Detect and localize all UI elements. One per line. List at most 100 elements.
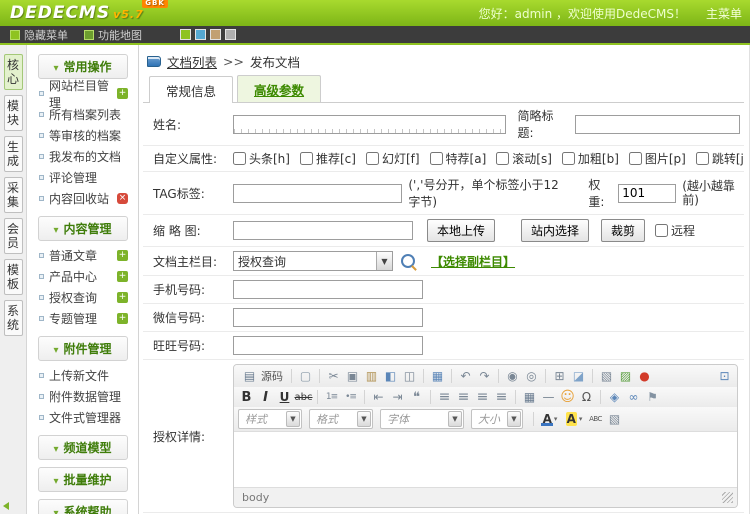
- replace-icon[interactable]: [523, 368, 540, 384]
- main-menu-link[interactable]: 主菜单: [706, 5, 742, 22]
- section-system-help[interactable]: 系统帮助: [37, 499, 128, 514]
- underline-icon[interactable]: U: [276, 389, 293, 405]
- collapse-sidebar-icon[interactable]: [3, 502, 9, 510]
- section-batch-maintenance[interactable]: 批量维护: [37, 467, 128, 492]
- unordered-list-icon[interactable]: [342, 389, 359, 405]
- tag-input[interactable]: [233, 183, 403, 203]
- sidebar-item-site-columns[interactable]: 网站栏目管理 +: [27, 79, 138, 110]
- sidebar-item-upload-file[interactable]: 上传新文件: [27, 365, 138, 386]
- name-input[interactable]: [233, 114, 506, 134]
- local-upload-button[interactable]: 本地上传: [427, 219, 496, 242]
- italic-icon[interactable]: I: [257, 389, 274, 405]
- new-page-icon[interactable]: [297, 368, 314, 384]
- search-column-icon[interactable]: [401, 254, 415, 268]
- theme-green-swatch[interactable]: [180, 29, 191, 40]
- paste-from-word-icon[interactable]: [382, 368, 399, 384]
- theme-tan-swatch[interactable]: [210, 29, 221, 40]
- add-icon[interactable]: +: [117, 292, 128, 303]
- sidebar-item-normal-articles[interactable]: 普通文章 +: [27, 245, 138, 266]
- attr-jump-checkbox[interactable]: 跳转[j]: [695, 150, 744, 167]
- attr-headline-checkbox[interactable]: 头条[h]: [233, 150, 290, 167]
- style-dropdown[interactable]: 样式 ▼: [238, 409, 302, 429]
- add-icon[interactable]: +: [117, 313, 128, 324]
- remove-format-icon[interactable]: [570, 368, 587, 384]
- section-common-operations[interactable]: 常用操作: [37, 54, 128, 79]
- sidebar-item-attachment-data[interactable]: 附件数据管理: [27, 386, 138, 407]
- attr-bold-checkbox[interactable]: 加粗[b]: [561, 150, 619, 167]
- resize-grip[interactable]: [722, 492, 733, 503]
- bold-icon[interactable]: B: [238, 389, 255, 405]
- function-map-button[interactable]: 功能地图: [84, 27, 142, 43]
- add-icon[interactable]: +: [117, 250, 128, 261]
- image-icon[interactable]: [617, 368, 634, 384]
- smiley-icon[interactable]: [559, 389, 576, 405]
- wechat-input[interactable]: [233, 308, 423, 327]
- tab-advanced-params[interactable]: 高级参数: [237, 75, 322, 102]
- section-channel-model[interactable]: 频道模型: [37, 435, 128, 460]
- copy-icon[interactable]: [344, 368, 361, 384]
- indent-icon[interactable]: [389, 389, 406, 405]
- attr-recommend-checkbox[interactable]: 推荐[c]: [299, 150, 356, 167]
- align-center-icon[interactable]: [455, 389, 472, 405]
- align-left-icon[interactable]: [436, 389, 453, 405]
- sidebar-item-comments[interactable]: 评论管理: [27, 167, 138, 188]
- module-tab-template[interactable]: 模板: [3, 259, 23, 295]
- crop-button[interactable]: 裁剪: [601, 219, 646, 242]
- undo-icon[interactable]: [457, 368, 474, 384]
- remote-checkbox[interactable]: 远程: [655, 222, 695, 239]
- source-button[interactable]: 源码: [238, 367, 286, 385]
- main-column-select[interactable]: 授权查询 ▼: [233, 251, 393, 271]
- sidebar-item-recycle-bin[interactable]: 内容回收站 ×: [27, 188, 138, 209]
- sidebar-item-all-archives[interactable]: 所有档案列表: [27, 104, 138, 125]
- section-attachment-management[interactable]: 附件管理: [37, 336, 128, 361]
- attr-special-checkbox[interactable]: 特荐[a]: [429, 150, 486, 167]
- link-icon[interactable]: [625, 389, 642, 405]
- recycle-icon[interactable]: ×: [117, 193, 128, 204]
- theme-gray-swatch[interactable]: [225, 29, 236, 40]
- wangwang-input[interactable]: [233, 336, 423, 355]
- weight-input[interactable]: [618, 183, 677, 203]
- bg-color-icon[interactable]: A: [563, 411, 585, 427]
- sidebar-item-special-topics[interactable]: 专题管理 +: [27, 308, 138, 329]
- horizontal-rule-icon[interactable]: [540, 389, 557, 405]
- sidebar-item-pending-archives[interactable]: 等审核的档案: [27, 125, 138, 146]
- hide-menu-button[interactable]: 隐藏菜单: [10, 27, 68, 43]
- module-tab-core[interactable]: 核心: [3, 54, 23, 90]
- dedecms-logo[interactable]: DEDECMS v5.7 GBK: [10, 0, 168, 23]
- attr-scroll-checkbox[interactable]: 滚动[s]: [496, 150, 552, 167]
- attr-slide-checkbox[interactable]: 幻灯[f]: [365, 150, 420, 167]
- find-icon[interactable]: [504, 368, 521, 384]
- module-tab-system[interactable]: 系统: [3, 300, 23, 336]
- print-icon[interactable]: [429, 368, 446, 384]
- blockquote-icon[interactable]: [408, 389, 425, 405]
- breadcrumb-document-list-link[interactable]: 文档列表: [167, 52, 217, 71]
- size-dropdown[interactable]: 大小 ▼: [471, 409, 523, 429]
- select-sub-column-link[interactable]: 【选择副栏目】: [431, 253, 515, 270]
- tab-general-info[interactable]: 常规信息: [149, 76, 234, 103]
- table-icon[interactable]: [521, 389, 538, 405]
- text-color-icon[interactable]: A: [539, 411, 561, 427]
- sidebar-item-my-documents[interactable]: 我发布的文档: [27, 146, 138, 167]
- flag-icon[interactable]: [644, 389, 661, 405]
- site-select-button[interactable]: 站内选择: [521, 219, 590, 242]
- flash-icon[interactable]: [636, 368, 653, 384]
- sidebar-item-file-manager[interactable]: 文件式管理器: [27, 407, 138, 428]
- sidebar-item-authorization-query[interactable]: 授权查询 +: [27, 287, 138, 308]
- add-icon[interactable]: +: [117, 88, 128, 99]
- redo-icon[interactable]: [476, 368, 493, 384]
- short-title-input[interactable]: [574, 114, 740, 134]
- strikethrough-icon[interactable]: abc: [295, 389, 313, 405]
- font-dropdown[interactable]: 字体 ▼: [380, 409, 464, 429]
- module-tab-modules[interactable]: 模块: [3, 95, 23, 131]
- special-char-icon[interactable]: [578, 389, 595, 405]
- thumbnail-input[interactable]: [233, 221, 413, 240]
- sidebar-item-product-center[interactable]: 产品中心 +: [27, 266, 138, 287]
- mobile-input[interactable]: [233, 280, 423, 299]
- outdent-icon[interactable]: [370, 389, 387, 405]
- paste-text-icon[interactable]: [401, 368, 418, 384]
- templates-icon[interactable]: [598, 368, 615, 384]
- section-content-management[interactable]: 内容管理: [37, 216, 128, 241]
- snippet-icon[interactable]: [606, 411, 623, 427]
- theme-blue-swatch[interactable]: [195, 29, 206, 40]
- align-right-icon[interactable]: [474, 389, 491, 405]
